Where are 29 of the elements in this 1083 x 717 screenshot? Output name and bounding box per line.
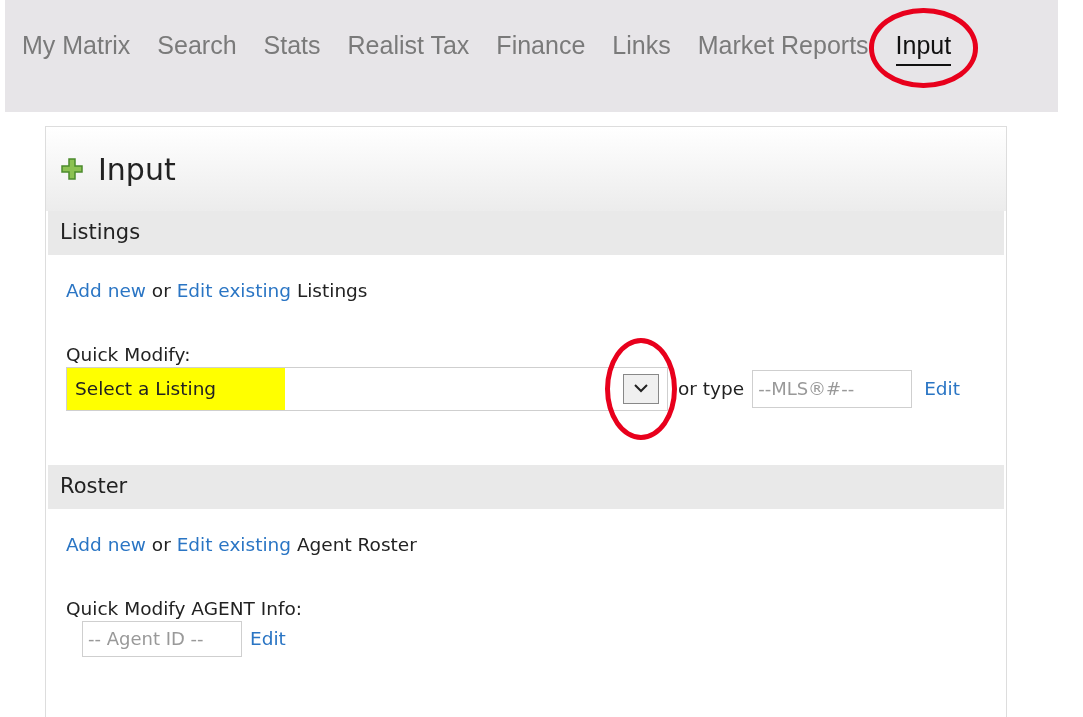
nav-tab[interactable]: Input	[895, 30, 952, 66]
agent-id-field[interactable]: -- Agent ID --	[82, 620, 242, 657]
action-sentence: Add new or Edit existing Listings	[66, 279, 369, 303]
dropdown-button[interactable]	[623, 373, 659, 404]
nav-tab[interactable]: Realist Tax	[347, 30, 470, 64]
field-label: Quick Modify:	[66, 342, 192, 367]
panel-title: Input	[98, 150, 176, 189]
edit-link[interactable]: Edit	[924, 374, 960, 403]
action-link[interactable]: Edit existing	[176, 280, 291, 301]
nav-tab[interactable]: Links	[612, 30, 671, 64]
action-link[interactable]: Add new	[66, 534, 146, 555]
edit-link[interactable]: Edit	[250, 624, 286, 653]
nav-tab[interactable]: Search	[157, 30, 237, 64]
plus-icon	[60, 157, 84, 181]
dropdown-value: Select a Listing	[67, 367, 285, 410]
action-sentence: Add new or Edit existing Agent Roster	[66, 533, 418, 557]
section-header: Listings	[48, 211, 1004, 255]
listing-dropdown[interactable]: Select a Listing	[66, 366, 668, 411]
nav-tab[interactable]: My Matrix	[22, 30, 131, 64]
mls-number-field[interactable]: --MLS®#--	[752, 369, 913, 408]
action-link[interactable]: Edit existing	[176, 534, 291, 555]
field-label: Quick Modify AGENT Info:	[66, 596, 303, 621]
nav-tab[interactable]: Stats	[263, 30, 321, 64]
chevron-down-icon	[634, 384, 648, 394]
nav-tab[interactable]: Finance	[496, 30, 586, 64]
action-link[interactable]: Add new	[66, 280, 146, 301]
section-header: Roster	[48, 465, 1004, 509]
or-type-label: or type	[678, 376, 745, 401]
nav-tab[interactable]: Market Reports	[697, 30, 869, 64]
